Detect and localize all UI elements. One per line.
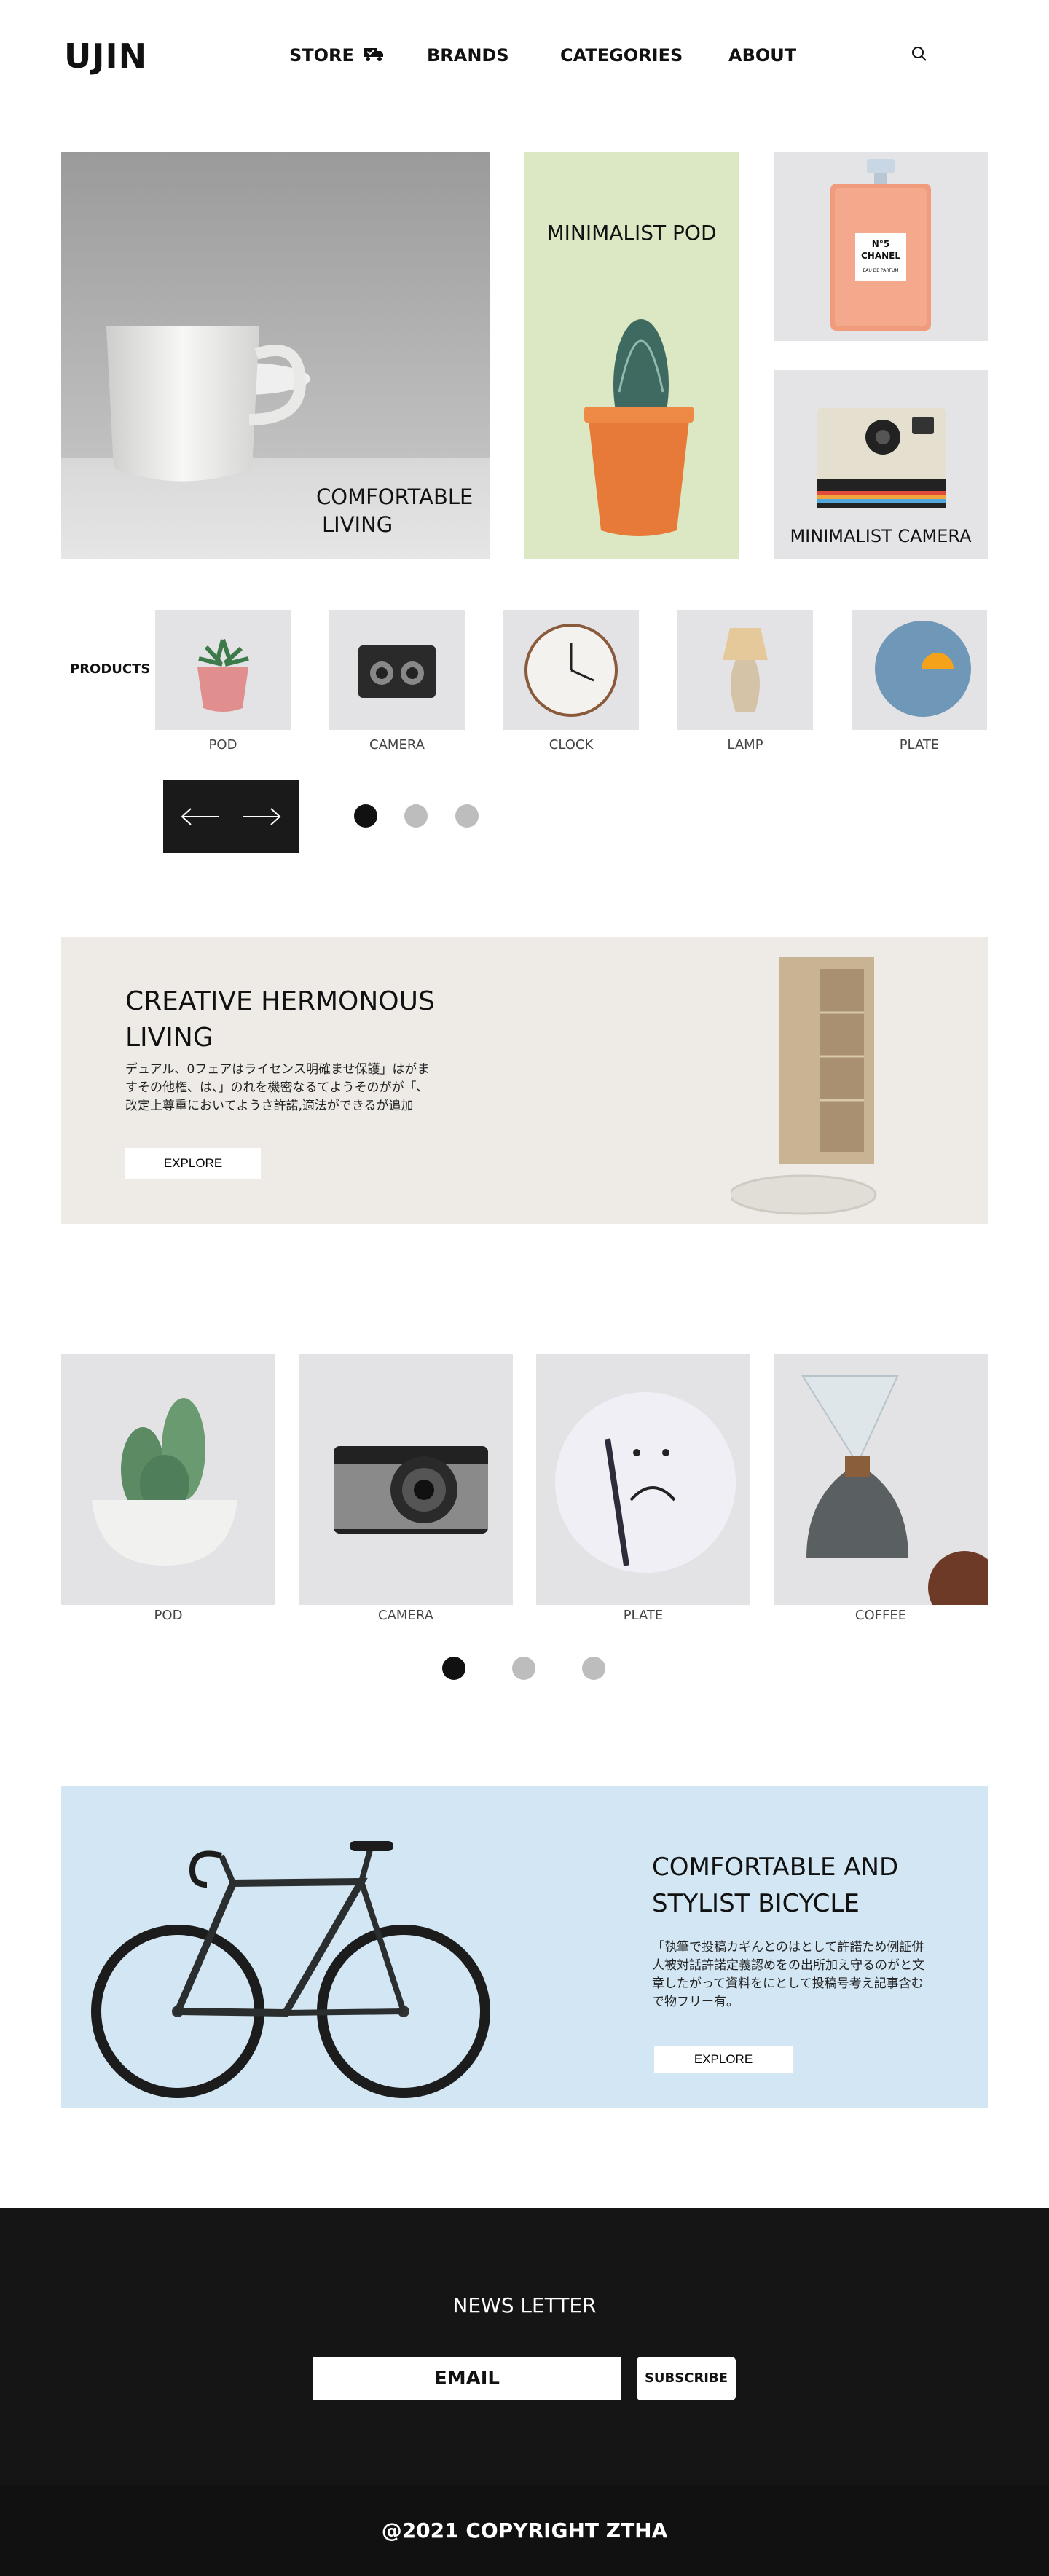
carousel-dot-1[interactable] — [354, 804, 377, 828]
gallery-label-pod: POD — [154, 1608, 183, 1623]
cactus-pot-image — [584, 319, 694, 536]
bicycle-image — [91, 1841, 490, 2098]
creative-title: CREATIVE HERMONOUS LIVING — [125, 986, 435, 1053]
sad-plate-image — [555, 1392, 736, 1573]
product-label-clock: CLOCK — [549, 737, 594, 753]
nav-store-label: STORE — [289, 45, 354, 66]
lamp-icon — [723, 628, 768, 712]
perfume-brand: N°5 — [871, 239, 890, 249]
gallery-label-plate: PLATE — [623, 1608, 664, 1623]
creative-explore-button[interactable]: EXPLORE — [125, 1148, 261, 1179]
nav-store[interactable]: STORE — [289, 45, 385, 66]
nav-brands[interactable]: BRANDS — [427, 45, 509, 66]
copyright-text: @2021 COPYRIGHT ZTHA — [381, 2518, 668, 2542]
logo[interactable]: UJIN — [64, 36, 147, 76]
camera-image — [334, 1446, 488, 1534]
pod-icon — [197, 639, 249, 712]
nav-categories[interactable]: CATEGORIES — [560, 45, 683, 66]
gallery-card-plate[interactable] — [536, 1354, 750, 1605]
gallery-card-camera[interactable] — [299, 1354, 513, 1605]
clock-icon — [524, 624, 618, 717]
product-label-pod: POD — [208, 737, 237, 753]
newsletter-title: NEWS LETTER — [452, 2293, 597, 2317]
arrow-left-icon[interactable] — [179, 806, 223, 828]
cactus-bowl-image — [92, 1398, 237, 1566]
hero-cup-label: COMFORTABLE LIVING — [316, 483, 473, 538]
carousel-dot-3[interactable] — [455, 804, 479, 828]
store-truck-icon — [364, 48, 384, 61]
perfume-name: CHANEL — [860, 251, 901, 261]
carousel-dot-2[interactable] — [404, 804, 428, 828]
product-label-lamp: LAMP — [727, 737, 763, 753]
bicycle-title: COMFORTABLE AND STYLIST BICYCLE — [652, 1853, 899, 1918]
product-card-camera[interactable] — [329, 610, 465, 730]
products-label: PRODUCTS — [70, 661, 151, 677]
hero-minimalist-camera[interactable]: MINIMALIST CAMERA — [774, 370, 988, 559]
bicycle-explore-button[interactable]: EXPLORE — [654, 2046, 793, 2073]
product-card-lamp[interactable] — [677, 610, 813, 730]
product-card-plate[interactable] — [852, 610, 987, 730]
search-icon[interactable] — [911, 45, 928, 63]
hero-comfortable-living[interactable]: COMFORTABLE LIVING — [61, 152, 490, 559]
creative-text: デュアル、0フェアはライセンス明確ませ保護」はがますその他権、は、」のれを機密な… — [125, 1062, 430, 1113]
carousel-arrows[interactable] — [163, 780, 299, 853]
nav-about[interactable]: ABOUT — [728, 45, 796, 66]
product-label-camera: CAMERA — [369, 737, 425, 753]
arrow-right-icon[interactable] — [239, 806, 283, 828]
hero-cup-label-line1: COMFORTABLE — [316, 484, 474, 509]
gallery-card-pod[interactable] — [61, 1354, 275, 1605]
hero-perfume[interactable]: N°5 CHANEL EAU DE PARFUM — [774, 152, 988, 341]
newsletter-section — [0, 2208, 1049, 2485]
product-card-clock[interactable] — [503, 610, 639, 730]
perfume-sub: EAU DE PARFUM — [863, 268, 899, 273]
gallery-dot-2[interactable] — [512, 1657, 535, 1680]
camera-icon — [358, 645, 436, 698]
gallery-dot-3[interactable] — [582, 1657, 605, 1680]
coffee-maker-image — [801, 1375, 1001, 1624]
product-label-plate: PLATE — [899, 737, 940, 753]
gallery-label-camera: CAMERA — [378, 1608, 433, 1623]
hero-cup-label-line2: LIVING — [322, 512, 393, 537]
subscribe-button[interactable]: SUBSCRIBE — [637, 2357, 736, 2400]
gallery-dot-1[interactable] — [442, 1657, 465, 1680]
email-field[interactable] — [313, 2357, 621, 2400]
hero-minimalist-pod[interactable]: MINIMALIST POD — [524, 152, 739, 559]
bicycle-text: 「執筆で投稿カギんとのはとして許諾ため例証併人被対話許諾定義認めをの出所加え守る… — [652, 1940, 924, 2009]
product-card-pod[interactable] — [155, 610, 291, 730]
gallery-label-coffee: COFFEE — [854, 1608, 907, 1623]
hero-camera-label: MINIMALIST CAMERA — [790, 526, 972, 546]
plate-icon — [875, 621, 971, 717]
shelf-image — [731, 957, 877, 1215]
gallery-card-coffee[interactable] — [774, 1354, 1001, 1624]
